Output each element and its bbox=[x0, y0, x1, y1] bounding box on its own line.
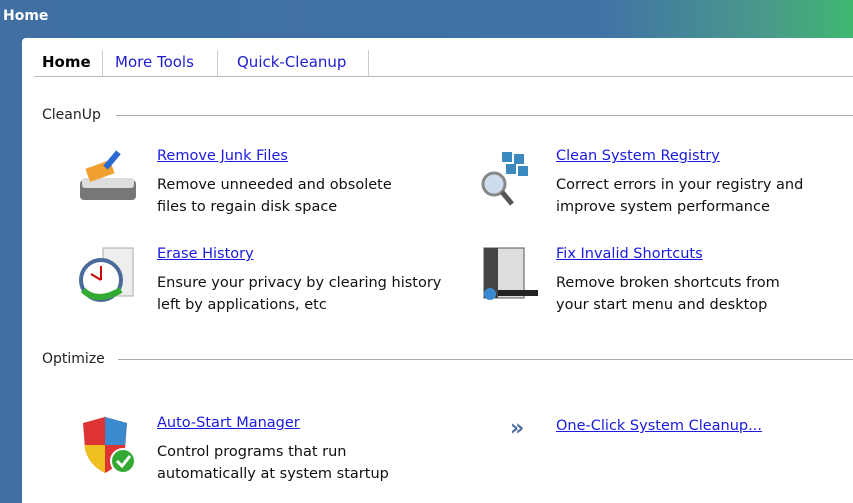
desc-line: Control programs that run bbox=[157, 444, 347, 460]
tab-more-tools[interactable]: More Tools bbox=[115, 48, 194, 76]
divider bbox=[116, 115, 853, 116]
tab-quick-cleanup[interactable]: Quick-Cleanup bbox=[237, 48, 346, 76]
fix-shortcuts-link[interactable]: Fix Invalid Shortcuts bbox=[556, 246, 703, 262]
remove-junk-files-item: Remove Junk Files Remove unneeded and ob… bbox=[77, 148, 457, 218]
tab-separator bbox=[217, 50, 218, 76]
fix-shortcuts-desc: Remove broken shortcuts from your start m… bbox=[556, 272, 853, 316]
desc-line: Remove unneeded and obsolete bbox=[157, 177, 392, 193]
erase-history-item: Erase History Ensure your privacy by cle… bbox=[77, 246, 457, 316]
clean-registry-link[interactable]: Clean System Registry bbox=[556, 148, 720, 164]
tab-separator bbox=[102, 50, 103, 76]
auto-start-manager-link[interactable]: Auto-Start Manager bbox=[157, 415, 300, 431]
remove-junk-files-desc: Remove unneeded and obsolete files to reg… bbox=[157, 174, 477, 218]
desc-line: left by applications, etc bbox=[157, 297, 327, 313]
erase-history-desc: Ensure your privacy by clearing history l… bbox=[157, 272, 477, 316]
desc-line: improve system performance bbox=[556, 199, 770, 215]
desc-line: your start menu and desktop bbox=[556, 297, 768, 313]
section-optimize: Optimize bbox=[42, 351, 105, 367]
double-chevron-right-icon: » bbox=[510, 416, 525, 441]
broom-disk-icon bbox=[80, 150, 136, 200]
registry-magnifier-icon bbox=[481, 152, 528, 206]
clock-history-icon bbox=[79, 247, 134, 302]
desc-line: Remove broken shortcuts from bbox=[556, 275, 780, 291]
fix-shortcuts-item: Fix Invalid Shortcuts Remove broken shor… bbox=[476, 246, 853, 316]
remove-junk-files-link[interactable]: Remove Junk Files bbox=[157, 148, 288, 164]
clean-registry-desc: Correct errors in your registry and impro… bbox=[556, 174, 853, 218]
tab-separator bbox=[368, 50, 369, 76]
tab-home[interactable]: Home bbox=[42, 48, 91, 76]
clean-registry-item: Clean System Registry Correct errors in … bbox=[476, 148, 853, 218]
one-click-cleanup-link[interactable]: One-Click System Cleanup... bbox=[556, 418, 762, 434]
window-title: Home bbox=[3, 8, 49, 24]
main-panel: Home More Tools Quick-Cleanup CleanUp Re… bbox=[22, 38, 853, 503]
erase-history-link[interactable]: Erase History bbox=[157, 246, 254, 262]
desc-line: Correct errors in your registry and bbox=[556, 177, 804, 193]
desc-line: files to regain disk space bbox=[157, 199, 338, 215]
auto-start-manager-desc: Control programs that run automatically a… bbox=[157, 441, 477, 485]
desc-line: automatically at system startup bbox=[157, 466, 389, 482]
desc-line: Ensure your privacy by clearing history bbox=[157, 275, 442, 291]
divider bbox=[118, 359, 853, 360]
tab-bar: Home More Tools Quick-Cleanup bbox=[34, 48, 853, 77]
section-cleanup: CleanUp bbox=[42, 107, 101, 123]
start-menu-icon bbox=[483, 247, 538, 300]
one-click-cleanup-item: » One-Click System Cleanup... bbox=[476, 416, 853, 488]
shield-check-icon bbox=[83, 417, 136, 474]
auto-start-manager-item: Auto-Start Manager Control programs that… bbox=[77, 415, 457, 485]
